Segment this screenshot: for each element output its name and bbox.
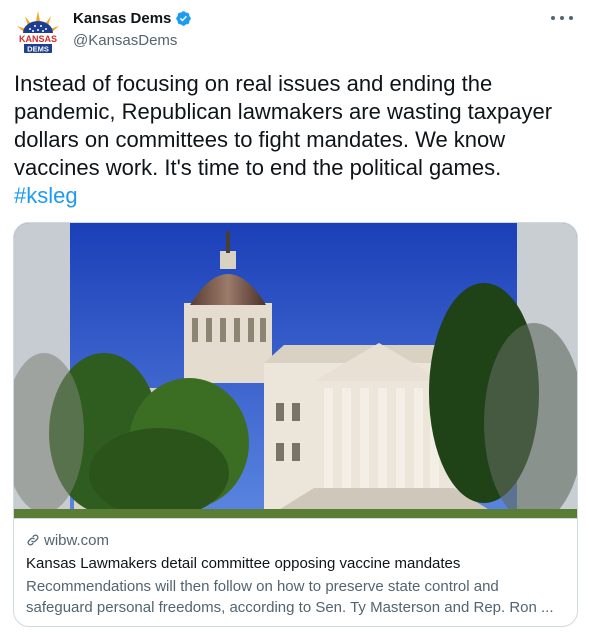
tweet: KANSAS DEMS Kansas Dems @KansasDems Inst… [0,0,589,633]
card-image [14,223,577,519]
author-display-name[interactable]: Kansas Dems [73,10,171,27]
card-domain-row: wibw.com [26,530,567,550]
more-options-button[interactable] [551,10,573,26]
card-domain: wibw.com [44,531,110,549]
tweet-body: Instead of focusing on real issues and e… [14,71,553,180]
avatar-text-bottom: DEMS [27,45,49,54]
card-description: Recommendations will then follow on how … [26,578,554,616]
link-icon [26,533,40,547]
tweet-text: Instead of focusing on real issues and e… [14,70,584,210]
author-handle[interactable]: @KansasDems [73,32,177,49]
hashtag-link[interactable]: #ksleg [14,183,78,208]
link-preview-card[interactable]: wibw.com Kansas Lawmakers detail committ… [13,222,578,627]
kansas-dems-logo: KANSAS DEMS [17,11,59,54]
capitol-building-image [14,223,577,518]
card-info: wibw.com Kansas Lawmakers detail committ… [14,520,577,626]
card-title: Kansas Lawmakers detail committee opposi… [26,555,461,572]
avatar[interactable]: KANSAS DEMS [14,9,62,57]
more-options-icon [551,16,555,20]
avatar-text-top: KANSAS [19,34,57,44]
author-name-row: Kansas Dems [73,10,192,27]
verified-badge-icon [175,10,192,27]
